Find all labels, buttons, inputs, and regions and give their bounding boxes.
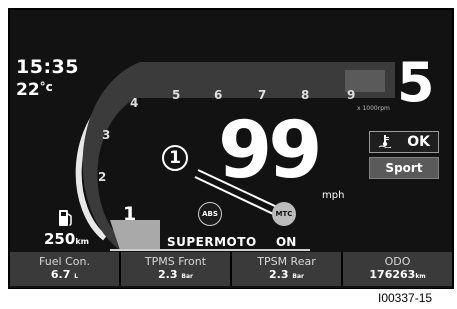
tick-label-9: 9 xyxy=(347,88,356,102)
info-cell-value: 176263km xyxy=(369,268,425,283)
info-cell-odometer: ODO 176263km xyxy=(343,252,452,286)
info-cell-tpms-rear: TPSM Rear 2.3 Bar xyxy=(232,252,341,286)
mtc-state-label: ON xyxy=(276,235,297,249)
info-cell-label: TPSM Rear xyxy=(257,255,316,268)
fuel-range: 250km xyxy=(44,230,89,248)
value: 2.3 xyxy=(158,268,178,281)
callout-number: 1 xyxy=(162,145,188,171)
tick-label-7: 7 xyxy=(258,88,267,102)
figure-code: I00337-15 xyxy=(378,291,433,305)
gear-indicator: 5 xyxy=(397,51,435,114)
info-cell-label: ODO xyxy=(384,255,411,268)
value: 176263 xyxy=(369,268,416,281)
info-cell-fuel-consumption: Fuel Con. 6.7 L xyxy=(10,252,119,286)
status-ok-indicator: OK xyxy=(369,131,439,153)
rpm-unit-label: x 1000rpm xyxy=(357,105,390,112)
unit: L xyxy=(74,273,79,280)
engine-temp-icon xyxy=(378,133,392,152)
info-bar: Fuel Con. 6.7 L TPMS Front 2.3 Bar TPSM … xyxy=(10,252,452,286)
value: 6.7 xyxy=(50,268,71,281)
speed-unit: mph xyxy=(322,190,345,201)
info-cell-value: 2.3 Bar xyxy=(269,268,304,283)
unit: km xyxy=(415,273,426,280)
unit: Bar xyxy=(292,273,304,280)
riding-mode-sport: Sport xyxy=(369,157,439,179)
tick-label-2: 2 xyxy=(98,170,107,184)
tick-label-3: 3 xyxy=(102,128,111,142)
info-cell-tpms-front: TPMS Front 2.3 Bar xyxy=(121,252,230,286)
fuel-range-value: 250 xyxy=(44,230,76,248)
fuel-range-unit: km xyxy=(75,237,89,246)
info-cell-label: TPMS Front xyxy=(144,255,207,268)
temperature-value: 22 xyxy=(16,80,40,100)
ok-label: OK xyxy=(407,134,430,150)
info-cell-label: Fuel Con. xyxy=(39,255,90,268)
tick-label-6: 6 xyxy=(214,88,223,102)
info-cell-value: 2.3 Bar xyxy=(158,268,193,283)
tick-label-8: 8 xyxy=(301,88,310,102)
riding-mode-label: SUPERMOTO xyxy=(167,235,257,249)
temperature-unit: °c xyxy=(39,80,53,94)
mtc-badge: MTC xyxy=(272,202,296,226)
speed-value: 99 xyxy=(218,106,323,196)
temperature-display: 22°c xyxy=(16,80,53,100)
info-cell-value: 6.7 L xyxy=(51,268,78,283)
tick-label-1: 1 xyxy=(123,203,137,225)
tick-label-5: 5 xyxy=(172,88,181,102)
value: 2.3 xyxy=(269,268,289,281)
clock-display: 15:35 xyxy=(16,56,79,78)
abs-badge: ABS xyxy=(198,202,222,226)
fuel-pump-icon xyxy=(58,208,74,232)
tick-label-4: 4 xyxy=(130,96,139,110)
unit: Bar xyxy=(181,273,193,280)
